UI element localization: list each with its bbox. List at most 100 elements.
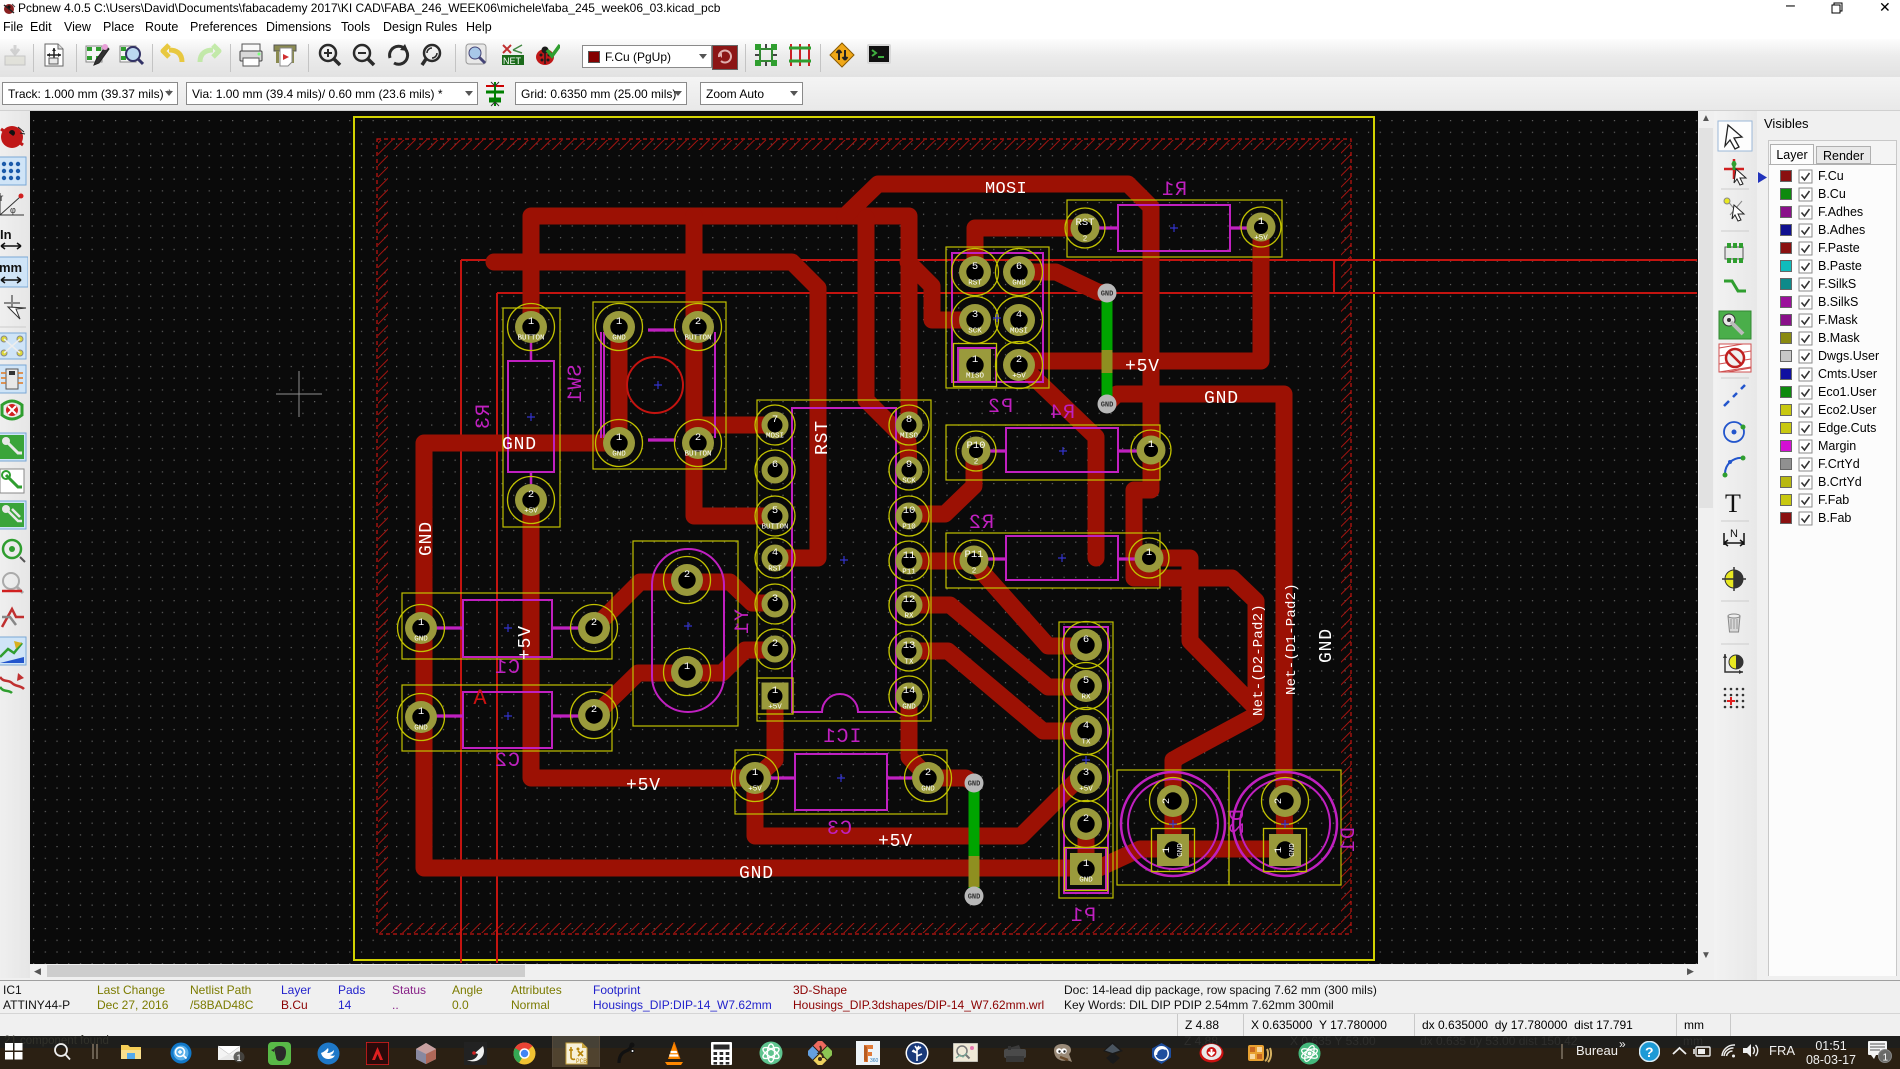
svg-text:5: 5 — [1083, 675, 1089, 687]
svg-text:+5V: +5V — [1254, 235, 1268, 243]
svg-text:2: 2 — [1016, 354, 1022, 366]
svg-text:GND: GND — [1079, 877, 1093, 885]
svg-text:BUTTON: BUTTON — [684, 451, 711, 459]
svg-text:GND: GND — [502, 435, 537, 455]
svg-text:2: 2 — [695, 316, 701, 328]
svg-text:BUTTON: BUTTON — [684, 335, 711, 343]
svg-text:P11: P11 — [965, 549, 984, 561]
svg-text:+5V: +5V — [524, 508, 538, 516]
svg-text:R1: R1 — [1161, 179, 1187, 202]
svg-text:3: 3 — [972, 309, 978, 321]
svg-text:+5V: +5V — [626, 776, 661, 796]
svg-text:13: 13 — [903, 640, 916, 652]
svg-text:4: 4 — [1083, 720, 1089, 732]
svg-text:GND: GND — [968, 781, 981, 789]
svg-text:1: 1 — [616, 432, 622, 444]
svg-text:C2: C2 — [494, 750, 520, 773]
svg-text:1: 1 — [418, 617, 424, 629]
svg-text:6: 6 — [1016, 261, 1022, 273]
svg-text:2: 2 — [695, 432, 701, 444]
svg-text:MOSI: MOSI — [1010, 328, 1028, 336]
svg-text:2: 2 — [684, 569, 690, 581]
svg-text:5: 5 — [972, 261, 978, 273]
svg-text:2: 2 — [925, 767, 931, 779]
svg-text:10: 10 — [903, 505, 916, 517]
svg-text:?: ? — [1645, 1044, 1654, 1060]
svg-text:GND: GND — [612, 451, 626, 459]
svg-text:GND: GND — [921, 786, 935, 794]
svg-text:1: 1 — [972, 354, 978, 366]
svg-text:1: 1 — [1083, 858, 1089, 870]
svg-text:4: 4 — [772, 547, 778, 559]
svg-text:RST: RST — [813, 420, 833, 455]
svg-text:+5V: +5V — [1125, 357, 1160, 377]
svg-text:6: 6 — [1083, 634, 1089, 646]
svg-text:GND: GND — [414, 725, 428, 733]
svg-text:GND: GND — [902, 704, 916, 712]
svg-text:MOSI: MOSI — [985, 180, 1027, 199]
svg-text:GND: GND — [1289, 843, 1297, 857]
svg-text:SCK: SCK — [902, 478, 916, 486]
svg-text:GND: GND — [1204, 389, 1239, 409]
svg-text:R2: R2 — [968, 512, 994, 535]
svg-text:7: 7 — [772, 414, 778, 426]
svg-text:1: 1 — [237, 1053, 242, 1063]
svg-text:GND: GND — [612, 335, 626, 343]
svg-text:MISO: MISO — [966, 373, 985, 381]
svg-text:GND: GND — [1012, 280, 1026, 288]
svg-text:12: 12 — [903, 594, 916, 606]
svg-text:GND: GND — [417, 521, 437, 556]
svg-text:Y1: Y1 — [732, 609, 755, 635]
svg-text:1: 1 — [1273, 847, 1285, 853]
svg-text:360: 360 — [870, 1058, 879, 1064]
svg-text:+5V: +5V — [768, 704, 782, 712]
svg-text:2: 2 — [1273, 798, 1285, 804]
svg-text:P10: P10 — [967, 440, 986, 452]
svg-text:2: 2 — [1083, 813, 1089, 825]
svg-text:SCK: SCK — [968, 328, 982, 336]
svg-text:Net-(D2-Pad2): Net-(D2-Pad2) — [1251, 604, 1267, 716]
svg-text:GND: GND — [739, 864, 774, 884]
svg-text:GND: GND — [1101, 402, 1114, 410]
svg-text:RST: RST — [768, 566, 782, 574]
svg-text:1: 1 — [616, 316, 622, 328]
svg-text:+5V: +5V — [1079, 786, 1093, 794]
svg-text:6: 6 — [772, 459, 778, 471]
svg-text:3: 3 — [1083, 767, 1089, 779]
svg-text:IC1: IC1 — [822, 726, 861, 749]
svg-text:1: 1 — [418, 706, 424, 718]
svg-text:3: 3 — [772, 593, 778, 605]
svg-text:2: 2 — [972, 568, 977, 576]
svg-text:D1: D1 — [1338, 827, 1361, 853]
svg-text:RST: RST — [1076, 217, 1095, 229]
svg-text:4: 4 — [1016, 309, 1022, 321]
svg-text:r: r — [0, 193, 4, 204]
svg-text:RX: RX — [904, 613, 914, 621]
svg-text:1: 1 — [1883, 1053, 1889, 1064]
svg-text:P11: P11 — [902, 569, 916, 577]
svg-text:TX: TX — [904, 659, 914, 667]
svg-text:5: 5 — [772, 505, 778, 517]
svg-text:14: 14 — [903, 685, 916, 697]
svg-text:2: 2 — [591, 617, 597, 629]
svg-text:9: 9 — [906, 459, 912, 471]
svg-text:RX: RX — [1081, 694, 1091, 702]
svg-text:T: T — [1725, 489, 1741, 518]
svg-text:R3: R3 — [473, 404, 496, 430]
svg-text:RST: RST — [968, 280, 982, 288]
svg-text:SW1: SW1 — [565, 364, 588, 403]
svg-text:2: 2 — [528, 489, 534, 501]
svg-text:+5V: +5V — [1012, 373, 1026, 381]
svg-text:GND: GND — [1101, 291, 1114, 299]
svg-text:PCB: PCB — [576, 1058, 587, 1065]
svg-text:P1: P1 — [1070, 905, 1096, 928]
svg-text:TX: TX — [1081, 739, 1091, 747]
svg-text:2: 2 — [591, 704, 597, 716]
svg-text:2: 2 — [772, 638, 778, 650]
svg-text:1: 1 — [1146, 547, 1152, 559]
svg-text:In: In — [0, 227, 12, 242]
svg-text:φ: φ — [10, 205, 16, 215]
svg-text:NET: NET — [503, 56, 522, 66]
svg-text:R4: R4 — [1049, 402, 1075, 425]
svg-text:BUTTON: BUTTON — [761, 524, 788, 532]
